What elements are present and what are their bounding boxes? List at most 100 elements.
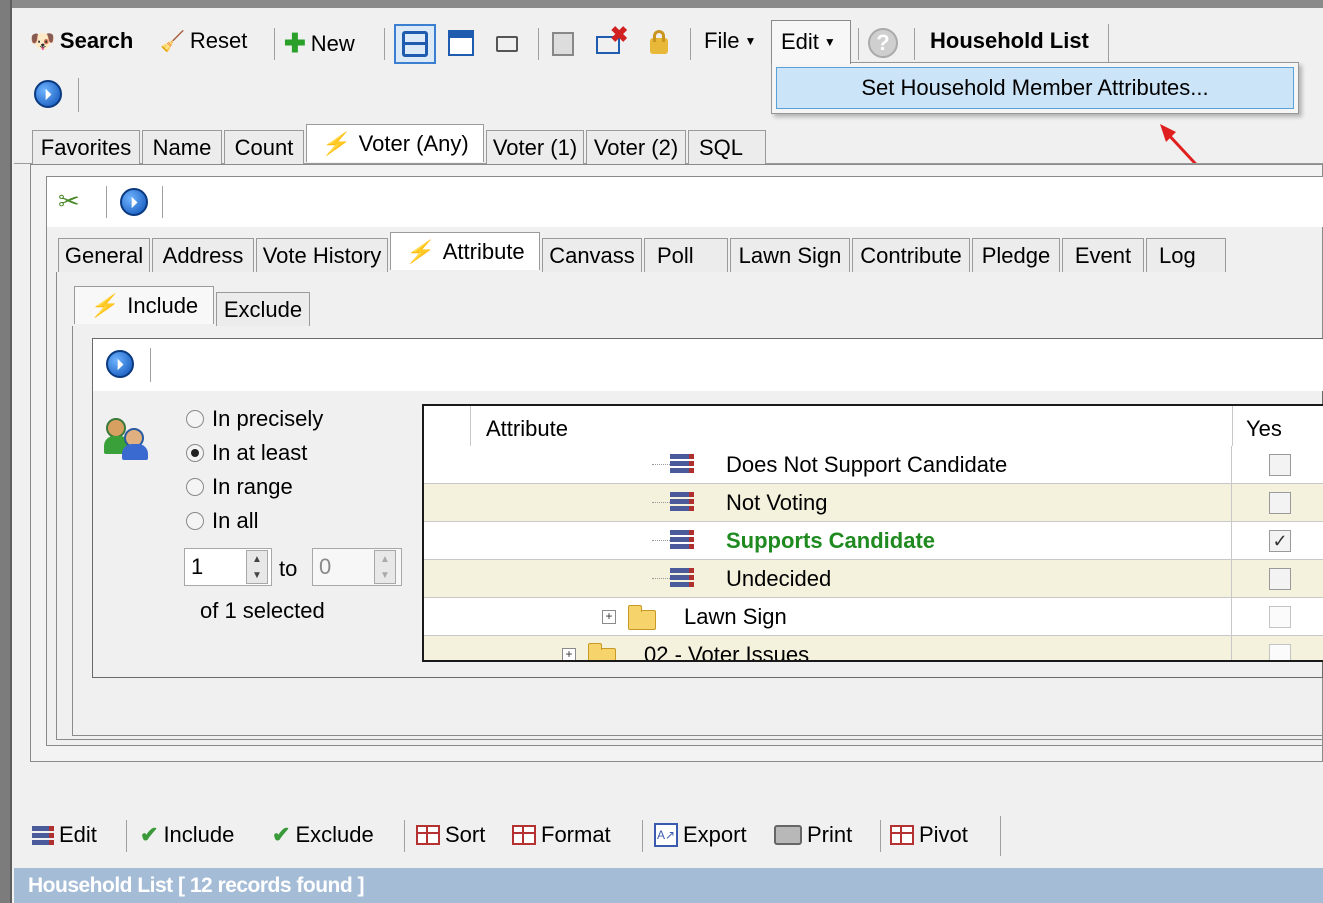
sort-button[interactable]: Sort bbox=[416, 822, 485, 848]
tab-voter-any[interactable]: ⚡ Voter (Any) bbox=[306, 124, 484, 162]
tab-sql[interactable]: SQL bbox=[688, 130, 766, 164]
printer-icon bbox=[774, 825, 802, 845]
edit-grid-button[interactable]: Edit bbox=[32, 822, 97, 848]
tab-contribute[interactable]: Contribute bbox=[852, 238, 970, 272]
save-button[interactable] bbox=[550, 30, 576, 58]
format-button[interactable]: Format bbox=[512, 822, 611, 848]
tab-canvass[interactable]: Canvass bbox=[542, 238, 642, 272]
yes-checkbox[interactable] bbox=[1269, 568, 1291, 590]
toolbar-separator bbox=[642, 820, 643, 852]
save-icon bbox=[552, 32, 574, 56]
delete-button[interactable]: ✖ bbox=[594, 22, 630, 58]
nav-button[interactable]: ⏵ bbox=[34, 80, 62, 108]
voter-nav-button[interactable]: ⏵ bbox=[120, 188, 148, 216]
column-header-attribute[interactable]: Attribute bbox=[486, 416, 568, 442]
plus-icon: ✚ bbox=[284, 28, 306, 58]
exclude-button[interactable]: ✔ Exclude bbox=[272, 822, 374, 848]
radio-in-range[interactable]: In range bbox=[186, 474, 293, 500]
tab-poll[interactable]: Poll bbox=[644, 238, 728, 272]
new-button[interactable]: ✚ New bbox=[284, 28, 355, 59]
radio-in-precisely[interactable]: In precisely bbox=[186, 406, 323, 432]
expand-icon[interactable]: + bbox=[602, 610, 616, 624]
table-row[interactable]: Not Voting bbox=[424, 484, 1323, 522]
edit-menu[interactable]: Edit ▼ bbox=[771, 20, 851, 64]
tab-voter-1[interactable]: Voter (1) bbox=[486, 130, 584, 164]
table-row[interactable]: Does Not Support Candidate bbox=[424, 446, 1323, 484]
yes-checkbox-checked[interactable]: ✓ bbox=[1269, 530, 1291, 552]
radio-circle bbox=[186, 512, 204, 530]
sort-grid-icon bbox=[416, 825, 440, 845]
tab-event[interactable]: Event bbox=[1062, 238, 1144, 272]
file-menu[interactable]: File ▼ bbox=[704, 28, 756, 54]
print-button[interactable]: Print bbox=[774, 822, 852, 848]
toolbar-separator bbox=[106, 186, 107, 218]
exclude-check-icon: ✔ bbox=[272, 822, 291, 847]
yes-checkbox[interactable] bbox=[1269, 492, 1291, 514]
tab-exclude[interactable]: Exclude bbox=[216, 292, 310, 326]
export-button[interactable]: A↗ Export bbox=[654, 822, 747, 848]
tab-address[interactable]: Address bbox=[152, 238, 254, 272]
clear-filter-icon: ✂ bbox=[58, 186, 80, 216]
voter-toolbar bbox=[47, 177, 1323, 227]
window-title: Household List bbox=[930, 28, 1089, 53]
down-arrow-icon: ▼ bbox=[380, 569, 390, 581]
attribute-label: Supports Candidate bbox=[726, 528, 936, 553]
table-row-partial[interactable]: + 02 - Voter Issues bbox=[424, 636, 1323, 660]
yes-checkbox[interactable] bbox=[1269, 606, 1291, 628]
window-top-border bbox=[0, 0, 1323, 8]
pivot-grid-icon bbox=[890, 825, 914, 845]
dropdown-arrow-icon: ▼ bbox=[823, 35, 836, 49]
range-from-stepper[interactable]: ▲ ▼ bbox=[246, 550, 268, 584]
toolbar-separator bbox=[404, 820, 405, 852]
help-button[interactable]: ? bbox=[868, 28, 898, 58]
toolbar-separator bbox=[78, 78, 79, 112]
tab-voter-2[interactable]: Voter (2) bbox=[586, 130, 686, 164]
tab-general[interactable]: General bbox=[58, 238, 150, 272]
navigate-icon: ⏵ bbox=[106, 350, 134, 378]
attribute-icon bbox=[670, 566, 694, 590]
tab-attribute[interactable]: ⚡ Attribute bbox=[390, 232, 540, 270]
edit-dropdown: Set Household Member Attributes... bbox=[771, 62, 1299, 114]
expand-icon[interactable]: + bbox=[562, 648, 576, 660]
table-row-selected[interactable]: Supports Candidate ✓ bbox=[424, 522, 1323, 560]
set-household-member-attributes-item[interactable]: Set Household Member Attributes... bbox=[776, 67, 1294, 109]
attribute-icon bbox=[670, 528, 694, 552]
broom-icon: 🧹 bbox=[160, 30, 185, 53]
export-icon: A↗ bbox=[654, 823, 678, 847]
folder-icon bbox=[628, 605, 656, 630]
tab-name[interactable]: Name bbox=[142, 130, 222, 164]
status-text: Household List [ 12 records found ] bbox=[28, 873, 365, 897]
radio-in-at-least[interactable]: In at least bbox=[186, 440, 307, 466]
table-row[interactable]: + Lawn Sign bbox=[424, 598, 1323, 636]
tab-include[interactable]: ⚡ Include bbox=[74, 286, 214, 324]
pivot-button[interactable]: Pivot bbox=[890, 822, 968, 848]
radio-circle bbox=[186, 410, 204, 428]
tab-log[interactable]: Log bbox=[1146, 238, 1226, 272]
tab-pledge[interactable]: Pledge bbox=[972, 238, 1060, 272]
tab-lawn-sign[interactable]: Lawn Sign bbox=[730, 238, 850, 272]
open-folder-button[interactable] bbox=[494, 32, 522, 54]
include-button[interactable]: ✔ Include bbox=[140, 822, 234, 848]
tab-favorites[interactable]: Favorites bbox=[32, 130, 140, 164]
selected-count-label: of 1 selected bbox=[200, 598, 325, 623]
toolbar-separator bbox=[914, 28, 915, 60]
search-button[interactable]: 🐶 Search bbox=[30, 28, 133, 54]
attribute-label: Does Not Support Candidate bbox=[726, 452, 1008, 477]
tab-vote-history[interactable]: Vote History bbox=[256, 238, 388, 272]
list-view-button[interactable] bbox=[394, 24, 436, 64]
calendar-view-button[interactable] bbox=[446, 28, 476, 58]
radio-in-all[interactable]: In all bbox=[186, 508, 258, 534]
yes-checkbox[interactable] bbox=[1269, 454, 1291, 476]
column-header-yes[interactable]: Yes bbox=[1246, 416, 1282, 442]
down-arrow-icon: ▼ bbox=[252, 569, 262, 581]
yes-checkbox[interactable] bbox=[1269, 644, 1291, 660]
range-to-stepper[interactable]: ▲ ▼ bbox=[374, 550, 396, 584]
reset-button[interactable]: 🧹 Reset bbox=[160, 28, 247, 54]
household-members-icon bbox=[104, 418, 150, 460]
folder-icon bbox=[588, 643, 616, 660]
lock-button[interactable] bbox=[646, 28, 672, 58]
table-row[interactable]: Undecided bbox=[424, 560, 1323, 598]
tab-count[interactable]: Count bbox=[224, 130, 304, 164]
clear-filter-button[interactable]: ✂ bbox=[58, 186, 80, 217]
criteria-nav-button[interactable]: ⏵ bbox=[106, 350, 134, 378]
